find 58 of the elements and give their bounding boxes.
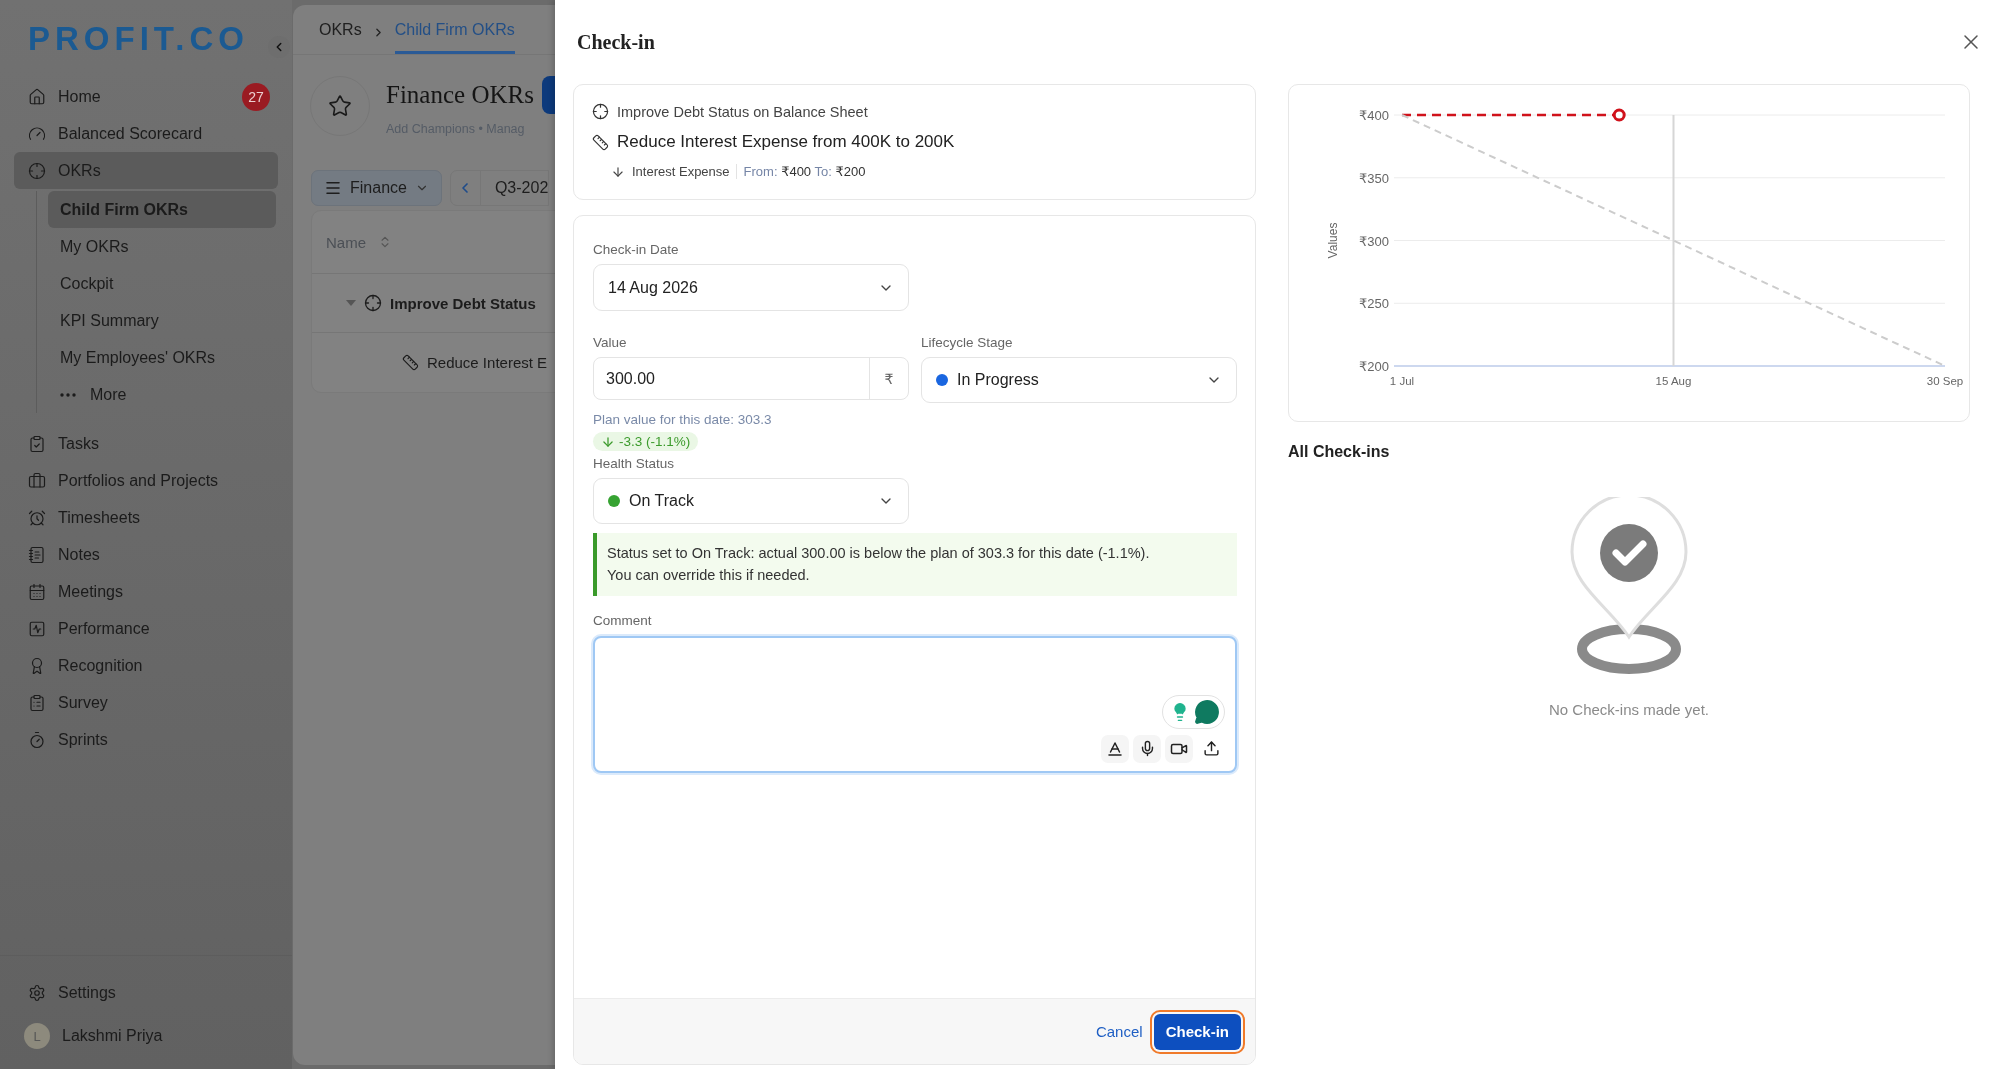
metric-range: From: ₹400 To: ₹200 bbox=[743, 164, 866, 179]
nav-subitem[interactable]: More bbox=[48, 376, 276, 413]
nav-item[interactable]: Performance bbox=[14, 610, 278, 647]
x-tick-label: 1 Jul bbox=[1389, 375, 1415, 387]
table-cell: Improve Debt Status bbox=[390, 294, 536, 312]
empty-message: No Check-ins made yet. bbox=[1548, 701, 1710, 718]
y-tick-label: ₹200 bbox=[1359, 359, 1389, 374]
breadcrumb-tab[interactable]: OKRs bbox=[319, 21, 362, 54]
date-dropdown[interactable]: 14 Aug 2026 bbox=[593, 264, 909, 311]
status-notice: Status set to On Track: actual 300.00 is below the plan of 303.3 for this date (-1.1%). You can override this if needed. bbox=[593, 533, 1237, 596]
variance-badge: -3.3 (-1.1%) bbox=[593, 432, 699, 451]
key-result-title: Reduce Interest Expense from 400K to 200K bbox=[617, 132, 955, 152]
page-title: Finance OKRs bbox=[386, 81, 534, 109]
nav-item[interactable]: Balanced Scorecard bbox=[14, 115, 278, 152]
field-label: Lifecycle Stage bbox=[921, 335, 1014, 350]
nav-item[interactable]: Home 27 bbox=[14, 78, 278, 115]
field-label: Check-in Date bbox=[593, 242, 680, 257]
nav-item[interactable]: Recognition bbox=[14, 647, 278, 684]
y-tick-label: ₹350 bbox=[1359, 170, 1389, 186]
nav-item[interactable]: Notes bbox=[14, 536, 278, 573]
nav-subitem[interactable]: My Employees' OKRs bbox=[48, 339, 276, 376]
nav-item[interactable]: Sprints bbox=[14, 721, 278, 758]
x-tick-label: 30 Sep bbox=[1926, 375, 1964, 387]
value-input[interactable]: 300.00 ₹ bbox=[593, 357, 909, 400]
cancel-button[interactable]: Cancel bbox=[1095, 1023, 1143, 1040]
dialog-title: Check-in bbox=[577, 30, 655, 54]
objective-title: Improve Debt Status on Balance Sheet bbox=[617, 103, 868, 120]
nav-item[interactable]: Meetings bbox=[14, 573, 278, 610]
logo: PROFIT.CO bbox=[27, 19, 249, 59]
table-cell: Reduce Interest E bbox=[427, 354, 548, 371]
field-label: Value bbox=[593, 335, 628, 350]
x-tick-label: 15 Aug bbox=[1655, 375, 1692, 387]
nav-item[interactable]: Tasks bbox=[14, 425, 278, 462]
notification-badge: 27 bbox=[242, 82, 270, 111]
lifecycle-dropdown[interactable]: In Progress bbox=[921, 357, 1237, 403]
filter-dropdown[interactable]: Finance bbox=[311, 170, 442, 206]
user-name: Lakshmi Priya bbox=[62, 1027, 163, 1045]
nav-item[interactable]: Portfolios and Projects bbox=[14, 462, 278, 499]
breadcrumb-tab[interactable]: Child Firm OKRs bbox=[394, 21, 515, 54]
plan-note: Plan value for this date: 303.3 bbox=[593, 412, 773, 427]
nav-subitem[interactable]: KPI Summary bbox=[48, 302, 276, 339]
settings-link[interactable]: Settings bbox=[14, 974, 278, 1011]
currency-label: ₹ bbox=[869, 358, 908, 399]
nav-item[interactable]: Timesheets bbox=[14, 499, 278, 536]
y-tick-label: ₹250 bbox=[1359, 296, 1389, 312]
y-tick-label: ₹400 bbox=[1359, 108, 1389, 123]
health-dropdown[interactable]: On Track bbox=[593, 478, 909, 524]
metric-name: Interest Expense bbox=[632, 164, 737, 179]
field-label: Health Status bbox=[593, 456, 676, 471]
nav-item[interactable]: Survey bbox=[14, 684, 278, 721]
nav-subitem[interactable]: My OKRs bbox=[48, 228, 276, 265]
nav-subitem[interactable]: Child Firm OKRs bbox=[48, 191, 276, 228]
field-label: Comment bbox=[593, 612, 653, 628]
section-title: All Check-ins bbox=[1288, 443, 1391, 461]
y-tick-label: ₹300 bbox=[1359, 233, 1389, 249]
nav-subitem[interactable]: Cockpit bbox=[48, 265, 276, 302]
nav-item[interactable]: OKRs bbox=[14, 152, 278, 189]
axis-title: Values bbox=[1326, 222, 1340, 259]
